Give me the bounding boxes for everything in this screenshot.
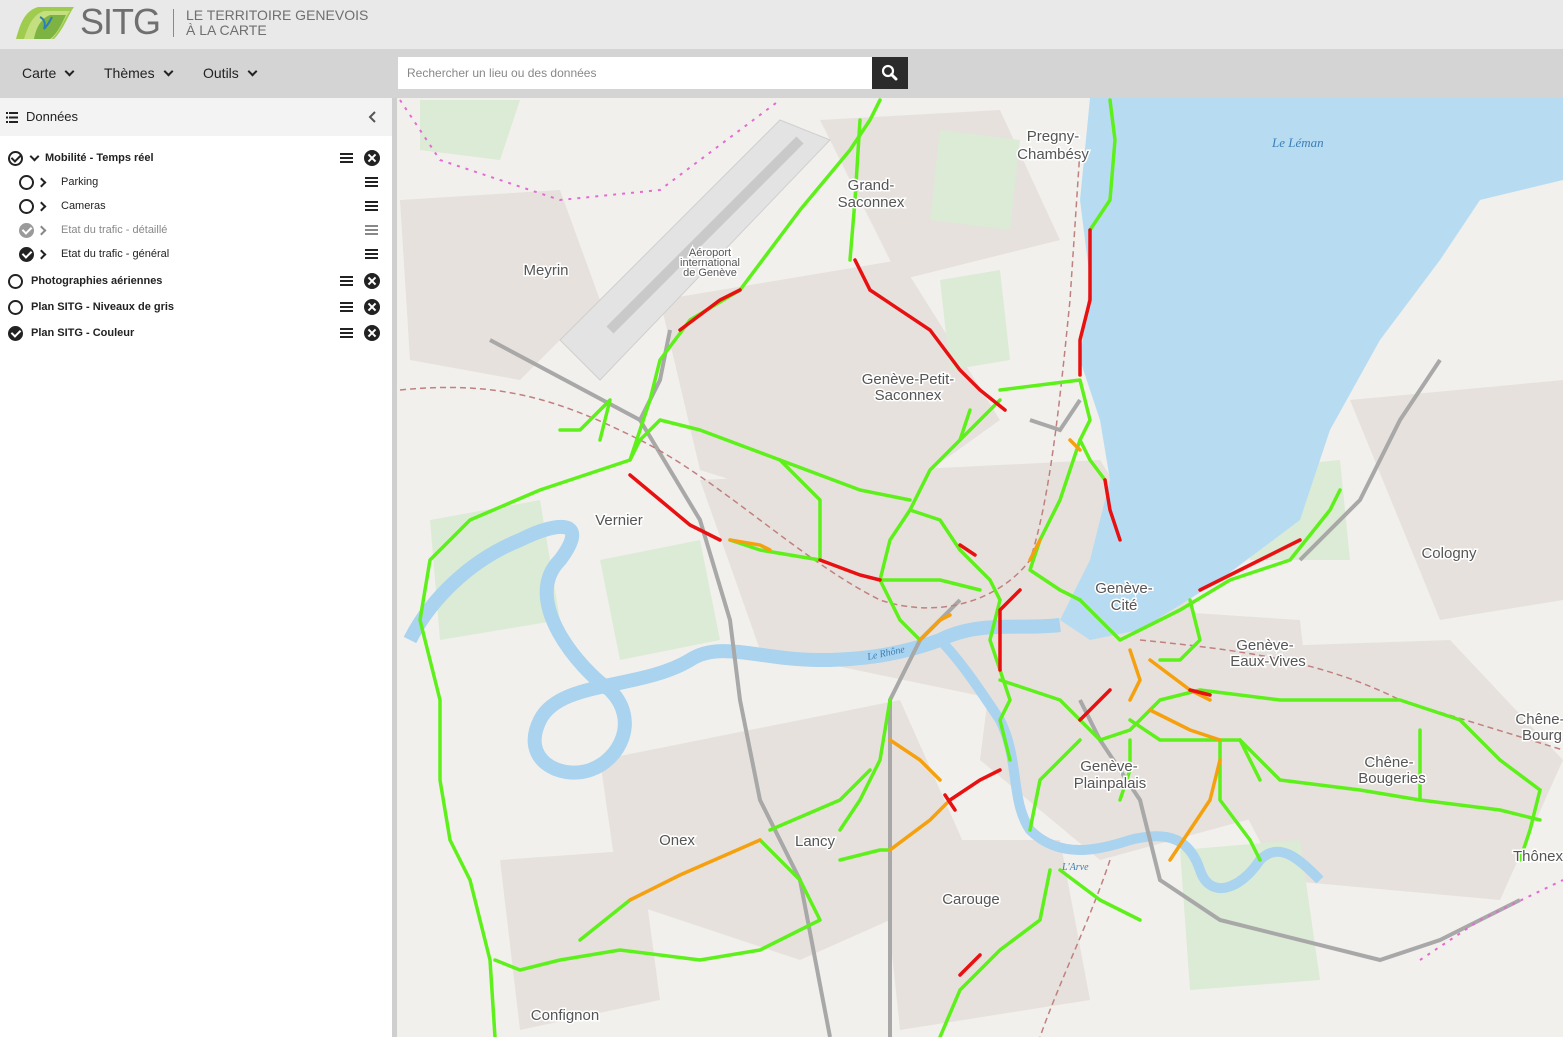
search-button[interactable] (872, 57, 908, 89)
layer-checkbox[interactable] (8, 151, 23, 166)
layer-checkbox[interactable] (19, 199, 34, 214)
layer-plan-couleur: Plan SITG - Couleur (0, 323, 392, 345)
menu-carte[interactable]: Carte (22, 49, 75, 98)
label-chene-bougeries-1: Chêne- (1364, 754, 1413, 771)
layer-checkbox[interactable] (19, 175, 34, 190)
tagline: LE TERRITOIRE GENEVOIS À LA CARTE (186, 8, 368, 38)
layer-checkbox[interactable] (8, 300, 23, 315)
tagline-line-2: À LA CARTE (186, 22, 267, 38)
search-icon (881, 64, 898, 81)
menu-carte-label: Carte (22, 65, 57, 81)
label-vernier: Vernier (595, 512, 643, 529)
chevron-right-icon[interactable] (36, 201, 47, 212)
layer-menu-icon[interactable] (340, 153, 353, 164)
label-meyrin: Meyrin (523, 262, 568, 279)
list-icon (6, 112, 18, 123)
layer-menu-icon[interactable] (365, 249, 378, 260)
label-thonex: Thônex (1513, 848, 1563, 865)
label-grand-saconnex: Saconnex (838, 194, 905, 211)
label-leman: Le Léman (1271, 135, 1324, 150)
layer-mobilite-temps-reel: Mobilité - Temps réel (0, 148, 392, 170)
brand-name: SITG (80, 1, 161, 42)
label-cite-2: Cité (1111, 597, 1138, 614)
tagline-line-1: LE TERRITOIRE GENEVOIS (186, 7, 369, 23)
layer-checkbox[interactable] (8, 326, 23, 341)
menu-outils-label: Outils (203, 65, 239, 81)
label-petit-saconnex-1: Genève-Petit- (862, 371, 955, 388)
label-onex: Onex (659, 832, 695, 849)
chevron-right-icon[interactable] (36, 225, 47, 236)
label-eaux-vives-2: Eaux-Vives (1230, 653, 1306, 670)
label-carouge: Carouge (942, 891, 1000, 908)
label-arve: L'Arve (1061, 862, 1089, 873)
label-lancy: Lancy (795, 833, 836, 850)
layer-menu-icon[interactable] (340, 276, 353, 287)
chevron-right-icon[interactable] (36, 177, 47, 188)
layer-label: Mobilité - Temps réel (45, 152, 154, 164)
label-chene-bourg-2: Bourg (1522, 727, 1562, 744)
label-aeroport-3: de Genève (683, 267, 737, 279)
layer-plan-niveaux-gris: Plan SITG - Niveaux de gris (0, 297, 392, 319)
layer-label: Etat du trafic - détaillé (61, 224, 168, 236)
sitg-logo[interactable] (14, 5, 76, 41)
search-input[interactable] (398, 57, 872, 89)
map-canvas[interactable]: Pregny- Chambésy Le Léman Grand- Saconne… (397, 98, 1563, 1037)
layer-parking: Parking (0, 172, 392, 194)
label-confignon: Confignon (531, 1007, 599, 1024)
layer-menu-icon[interactable] (365, 177, 378, 188)
layer-label: Parking (61, 176, 99, 188)
layer-checkbox[interactable] (8, 274, 23, 289)
chevron-down-icon (247, 66, 258, 77)
remove-layer-icon[interactable] (364, 299, 380, 315)
label-pregny: Pregny- (1027, 128, 1080, 145)
layer-menu-icon[interactable] (365, 225, 378, 236)
chevron-right-icon[interactable] (36, 249, 47, 260)
label-cologny: Cologny (1421, 545, 1477, 562)
app-header: SITG LE TERRITOIRE GENEVOIS À LA CARTE (0, 0, 1563, 49)
label-eaux-vives-1: Genève- (1236, 637, 1294, 654)
collapse-panel-icon[interactable] (366, 110, 380, 124)
menu-themes-label: Thèmes (104, 65, 155, 81)
brand-separator (173, 9, 174, 37)
label-chene-bougeries-2: Bougeries (1358, 770, 1426, 787)
main-toolbar: Carte Thèmes Outils (0, 49, 1563, 98)
layer-trafic-detaille: Etat du trafic - détaillé (0, 220, 392, 242)
label-plainpalais-1: Genève- (1080, 758, 1138, 775)
layer-label: Etat du trafic - général (61, 248, 170, 260)
layer-checkbox[interactable] (19, 247, 34, 262)
remove-layer-icon[interactable] (364, 273, 380, 289)
label-plainpalais-2: Plainpalais (1074, 775, 1147, 792)
layer-photographies-aeriennes: Photographies aériennes (0, 271, 392, 293)
layer-menu-icon[interactable] (365, 201, 378, 212)
chevron-down-icon (163, 66, 174, 77)
chevron-down-icon (64, 66, 75, 77)
map-svg[interactable]: Pregny- Chambésy Le Léman Grand- Saconne… (397, 98, 1563, 1037)
panel-header: Données (0, 98, 392, 136)
label-chambesy: Chambésy (1017, 146, 1089, 163)
layer-label: Cameras (61, 200, 106, 212)
data-panel: Données Mobilité - Temps réel Parking Ca… (0, 98, 392, 1037)
layer-checkbox[interactable] (19, 223, 34, 238)
layer-label: Plan SITG - Niveaux de gris (31, 301, 175, 313)
remove-layer-icon[interactable] (364, 150, 380, 166)
layer-label: Photographies aériennes (31, 275, 163, 287)
label-petit-saconnex-2: Saconnex (875, 387, 942, 404)
chevron-down-icon[interactable] (29, 151, 40, 162)
label-grand: Grand- (848, 177, 895, 194)
panel-title: Données (26, 109, 79, 124)
layer-trafic-general: Etat du trafic - général (0, 244, 392, 266)
label-chene-bourg-1: Chêne- (1515, 711, 1563, 728)
label-cite-1: Genève- (1095, 580, 1153, 597)
menu-outils[interactable]: Outils (203, 49, 258, 98)
layer-menu-icon[interactable] (340, 328, 353, 339)
layer-cameras: Cameras (0, 196, 392, 218)
menu-themes[interactable]: Thèmes (104, 49, 174, 98)
layer-menu-icon[interactable] (340, 302, 353, 313)
layer-label: Plan SITG - Couleur (31, 327, 135, 339)
remove-layer-icon[interactable] (364, 325, 380, 341)
